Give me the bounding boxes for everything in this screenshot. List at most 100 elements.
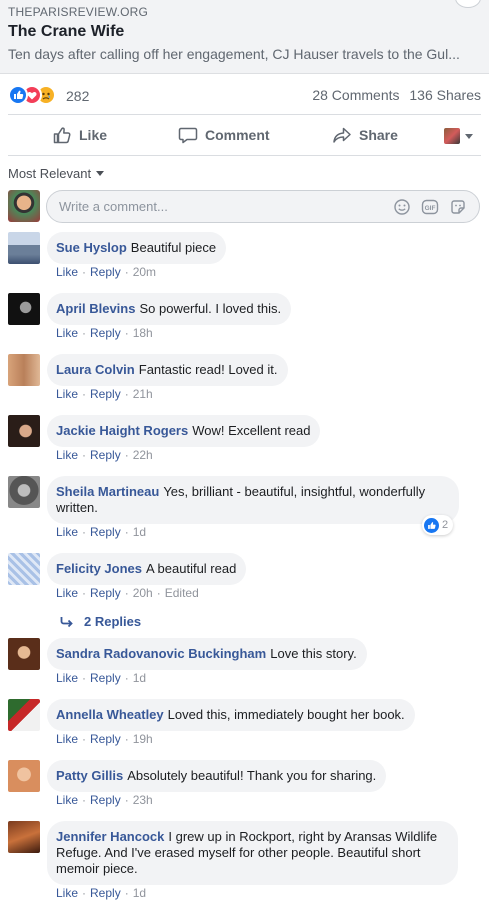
link-preview[interactable]: THEPARISREVIEW.ORG The Crane Wife Ten da… bbox=[0, 0, 489, 74]
comment-input[interactable] bbox=[59, 191, 359, 222]
comment-actions: Like · Reply · 23h bbox=[56, 793, 153, 807]
sticker-icon[interactable] bbox=[449, 198, 467, 216]
comment-share-counts: 28 Comments 136 Shares bbox=[306, 87, 481, 103]
replies-count-label: 2 Replies bbox=[84, 614, 142, 629]
comment-reply-link[interactable]: Reply bbox=[90, 265, 121, 279]
comment-composer[interactable]: GIF bbox=[46, 190, 480, 223]
comment-timestamp[interactable]: 19h bbox=[133, 732, 153, 746]
like-button-label: Like bbox=[79, 127, 108, 143]
view-replies-link[interactable]: 2 Replies bbox=[60, 614, 141, 629]
commenter-name[interactable]: Jackie Haight Rogers bbox=[56, 423, 188, 438]
comment-actions: Like · Reply · 21h bbox=[56, 387, 153, 401]
share-button[interactable]: Share bbox=[332, 115, 398, 155]
comment-bubble: Annella Wheatley Loved this, immediately … bbox=[47, 699, 415, 731]
comment-timestamp[interactable]: 23h bbox=[133, 793, 153, 807]
comment-like-link[interactable]: Like bbox=[56, 326, 78, 340]
commenter-name[interactable]: Annella Wheatley bbox=[56, 707, 164, 722]
commenter-avatar[interactable] bbox=[8, 699, 40, 731]
link-title[interactable]: The Crane Wife bbox=[8, 23, 124, 41]
comment-bubble: Jackie Haight Rogers Wow! Excellent read bbox=[47, 415, 321, 447]
comment-text: Beautiful piece bbox=[130, 240, 217, 255]
commenter-avatar[interactable] bbox=[8, 760, 40, 792]
link-description: Ten days after calling off her engagemen… bbox=[8, 46, 460, 62]
commenter-avatar[interactable] bbox=[8, 553, 40, 585]
comment-like-link[interactable]: Like bbox=[56, 793, 78, 807]
commenter-avatar[interactable] bbox=[8, 821, 40, 853]
comment-bubble: Patty Gillis Absolutely beautiful! Thank … bbox=[47, 760, 387, 792]
comment-like-badge[interactable]: 2 bbox=[422, 515, 454, 535]
comment-like-link[interactable]: Like bbox=[56, 265, 78, 279]
comments-count-link[interactable]: 28 Comments bbox=[312, 87, 399, 103]
like-badge-icon bbox=[424, 517, 439, 533]
comment-like-link[interactable]: Like bbox=[56, 671, 78, 685]
commenter-name[interactable]: Patty Gillis bbox=[56, 768, 123, 783]
commenter-name[interactable]: Laura Colvin bbox=[56, 362, 135, 377]
share-arrow-icon bbox=[333, 127, 351, 143]
comment-like-link[interactable]: Like bbox=[56, 732, 78, 746]
like-button[interactable]: Like bbox=[52, 115, 107, 155]
comment-timestamp[interactable]: 20h bbox=[133, 586, 153, 600]
comment-bubble: April Blevins So powerful. I loved this. bbox=[47, 293, 292, 325]
emoji-icon[interactable] bbox=[393, 198, 411, 216]
comment-like-link[interactable]: Like bbox=[56, 886, 78, 900]
commenter-name[interactable]: Sandra Radovanovic Buckingham bbox=[56, 646, 266, 661]
comment-bubble: Laura Colvin Fantastic read! Loved it. bbox=[47, 354, 288, 386]
commenter-name[interactable]: April Blevins bbox=[56, 301, 135, 316]
commenter-avatar[interactable] bbox=[8, 638, 40, 670]
comment-timestamp[interactable]: 18h bbox=[133, 326, 153, 340]
reaction-count[interactable]: 282 bbox=[66, 88, 89, 104]
comment-text: Absolutely beautiful! Thank you for shar… bbox=[127, 768, 377, 783]
edited-label[interactable]: Edited bbox=[165, 586, 199, 600]
comment-bubble: Sheila Martineau Yes, brilliant - beautif… bbox=[47, 476, 459, 524]
comment-reply-link[interactable]: Reply bbox=[90, 448, 121, 462]
comment-reply-link[interactable]: Reply bbox=[90, 586, 121, 600]
comment-actions: Like · Reply · 1d bbox=[56, 671, 147, 685]
comment-actions: Like · Reply · 20m bbox=[56, 265, 157, 279]
comment-reply-link[interactable]: Reply bbox=[90, 793, 121, 807]
comment-text: So powerful. I loved this. bbox=[139, 301, 282, 316]
commenter-name[interactable]: Felicity Jones bbox=[56, 561, 142, 576]
like-badge-count: 2 bbox=[442, 519, 449, 531]
reply-arrow-icon bbox=[60, 616, 73, 627]
comment-button-label: Comment bbox=[205, 127, 270, 143]
thumbs-up-icon bbox=[53, 127, 71, 144]
commenter-name[interactable]: Sheila Martineau bbox=[56, 484, 159, 499]
shares-count-link[interactable]: 136 Shares bbox=[409, 87, 481, 103]
more-options-button[interactable] bbox=[455, 0, 481, 8]
commenter-avatar[interactable] bbox=[8, 293, 40, 325]
commenter-avatar[interactable] bbox=[8, 354, 40, 386]
comment-reply-link[interactable]: Reply bbox=[90, 387, 121, 401]
comment-timestamp[interactable]: 22h bbox=[133, 448, 153, 462]
commenter-avatar[interactable] bbox=[8, 476, 40, 508]
comment-button[interactable]: Comment bbox=[178, 115, 270, 155]
comment-timestamp[interactable]: 21h bbox=[133, 387, 153, 401]
commenter-avatar[interactable] bbox=[8, 232, 40, 264]
comment-reply-link[interactable]: Reply bbox=[90, 732, 121, 746]
comment-like-link[interactable]: Like bbox=[56, 448, 78, 462]
sort-label: Most Relevant bbox=[8, 166, 92, 181]
comment-sort-dropdown[interactable]: Most Relevant bbox=[8, 166, 105, 181]
comment-reply-link[interactable]: Reply bbox=[90, 326, 121, 340]
comment-timestamp[interactable]: 1d bbox=[133, 525, 146, 539]
comment-like-link[interactable]: Like bbox=[56, 586, 78, 600]
comment-actions: Like · Reply · 18h bbox=[56, 326, 153, 340]
comment-reply-link[interactable]: Reply bbox=[90, 525, 121, 539]
comment-bubble: Jennifer Hancock I grew up in Rockport, r… bbox=[47, 821, 458, 885]
gif-icon[interactable]: GIF bbox=[421, 198, 439, 216]
comment-timestamp[interactable]: 1d bbox=[133, 886, 146, 900]
comment-actions: Like · Reply · 22h bbox=[56, 448, 153, 462]
share-button-label: Share bbox=[359, 127, 398, 143]
comment-reply-link[interactable]: Reply bbox=[90, 671, 121, 685]
commenter-avatar[interactable] bbox=[8, 415, 40, 447]
comment-reply-link[interactable]: Reply bbox=[90, 886, 121, 900]
commenter-name[interactable]: Sue Hyslop bbox=[56, 240, 127, 255]
comment-like-link[interactable]: Like bbox=[56, 525, 78, 539]
comment-actions: Like · Reply · 20h · Edited bbox=[56, 586, 199, 600]
comment-timestamp[interactable]: 20m bbox=[133, 265, 156, 279]
post-as-avatar[interactable] bbox=[444, 128, 460, 144]
post-stats: 282 28 Comments 136 Shares bbox=[8, 84, 481, 106]
comment-timestamp[interactable]: 1d bbox=[133, 671, 146, 685]
comment-like-link[interactable]: Like bbox=[56, 387, 78, 401]
chevron-down-icon[interactable] bbox=[465, 134, 473, 139]
commenter-name[interactable]: Jennifer Hancock bbox=[56, 829, 164, 844]
